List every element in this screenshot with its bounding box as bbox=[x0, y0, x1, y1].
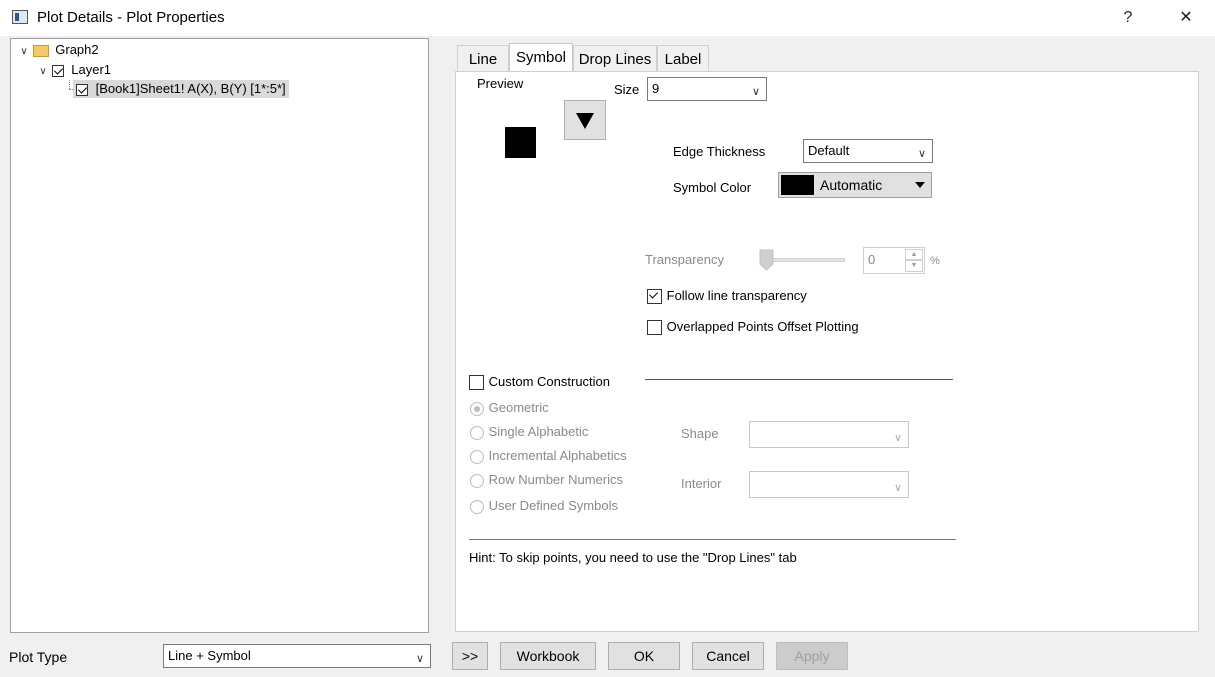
chevron-down-icon[interactable]: ∨ bbox=[19, 43, 29, 61]
radio-circle[interactable] bbox=[470, 425, 484, 440]
custom-construction-label: Custom Construction bbox=[488, 374, 611, 389]
follow-line-transparency-checkbox[interactable]: Follow line transparency bbox=[647, 288, 807, 305]
radio-circle[interactable] bbox=[470, 473, 484, 488]
chevron-down-icon[interactable]: ∨ bbox=[38, 63, 48, 81]
shape-combo[interactable]: ∨ bbox=[749, 421, 909, 448]
title-bar: Plot Details - Plot Properties ? ✕ bbox=[0, 0, 1215, 36]
shape-label: Shape bbox=[681, 426, 719, 441]
symbol-color-label: Symbol Color bbox=[673, 180, 752, 195]
tab-line[interactable]: Line bbox=[457, 45, 509, 71]
symbol-color-dropdown[interactable]: Automatic bbox=[778, 172, 932, 198]
tree-item-graph[interactable]: ∨ Graph2 bbox=[19, 41, 99, 61]
overlapped-points-label: Overlapped Points Offset Plotting bbox=[666, 319, 859, 334]
size-label: Size bbox=[614, 82, 640, 97]
window-title: Plot Details - Plot Properties bbox=[37, 9, 225, 26]
radio-label: Single Alphabetic bbox=[488, 424, 589, 439]
size-combo[interactable]: 9 ∨ bbox=[647, 77, 767, 101]
edge-thickness-value: Default bbox=[808, 143, 850, 158]
overlapped-points-checkbox[interactable]: Overlapped Points Offset Plotting bbox=[647, 319, 859, 336]
chevron-down-icon[interactable]: ∨ bbox=[894, 427, 902, 449]
edge-thickness-label: Edge Thickness bbox=[673, 144, 766, 159]
plot-type-combo[interactable]: Line + Symbol ∨ bbox=[163, 644, 431, 668]
radio-circle[interactable] bbox=[470, 449, 484, 464]
tree-item-layer[interactable]: ∨ Layer1 bbox=[38, 61, 111, 79]
hint-divider bbox=[469, 539, 956, 540]
transparency-unit: % bbox=[930, 255, 940, 267]
checkbox-box[interactable] bbox=[469, 375, 484, 391]
radio-circle[interactable] bbox=[470, 499, 484, 514]
custom-construction-checkbox[interactable]: Custom Construction bbox=[469, 374, 611, 391]
down-triangle-symbol-icon bbox=[576, 113, 594, 129]
size-value: 9 bbox=[652, 81, 660, 96]
transparency-spinbox[interactable]: 0 ▲ ▼ bbox=[863, 247, 925, 274]
plot-checkbox[interactable] bbox=[76, 83, 88, 96]
radio-label: User Defined Symbols bbox=[488, 498, 618, 513]
help-button[interactable]: ? bbox=[1105, 4, 1151, 32]
symbol-gallery-button[interactable] bbox=[564, 100, 606, 140]
radio-label: Incremental Alphabetics bbox=[488, 448, 627, 463]
close-button[interactable]: ✕ bbox=[1163, 4, 1209, 32]
dropdown-arrow-icon bbox=[915, 182, 925, 188]
radio-row-number-numerics[interactable]: Row Number Numerics bbox=[470, 472, 623, 488]
radio-label: Row Number Numerics bbox=[488, 472, 623, 487]
plot-type-label: Plot Type bbox=[9, 649, 68, 665]
expand-button[interactable]: >> bbox=[452, 642, 488, 670]
follow-line-transparency-label: Follow line transparency bbox=[666, 288, 807, 303]
radio-circle[interactable] bbox=[470, 401, 484, 416]
color-swatch bbox=[781, 175, 814, 195]
transparency-label: Transparency bbox=[645, 252, 724, 267]
interior-label: Interior bbox=[681, 476, 722, 491]
layer-checkbox[interactable] bbox=[51, 64, 64, 77]
chevron-down-icon[interactable]: ∨ bbox=[752, 81, 760, 103]
transparency-slider-thumb[interactable] bbox=[759, 249, 775, 272]
checkbox-box[interactable] bbox=[647, 320, 662, 336]
tree-item-plot-label: [Book1]Sheet1! A(X), B(Y) [1*:5*] bbox=[95, 81, 286, 96]
preview-label: Preview bbox=[477, 76, 524, 91]
interior-combo[interactable]: ∨ bbox=[749, 471, 909, 498]
radio-label: Geometric bbox=[488, 400, 549, 415]
cancel-button[interactable]: Cancel bbox=[692, 642, 764, 670]
symbol-color-value: Automatic bbox=[820, 177, 883, 193]
radio-single-alphabetic[interactable]: Single Alphabetic bbox=[470, 424, 588, 440]
folder-icon bbox=[32, 44, 49, 57]
tree-connector bbox=[69, 80, 71, 89]
tree-item-layer-label: Layer1 bbox=[71, 62, 111, 77]
spin-down-icon[interactable]: ▼ bbox=[905, 260, 923, 272]
tab-symbol[interactable]: Symbol bbox=[509, 43, 573, 71]
tree-item-plot[interactable]: [Book1]Sheet1! A(X), B(Y) [1*:5*] bbox=[73, 80, 289, 98]
transparency-slider-track[interactable] bbox=[766, 258, 845, 262]
transparency-value: 0 bbox=[868, 252, 876, 267]
spin-up-icon[interactable]: ▲ bbox=[905, 249, 923, 260]
section-divider bbox=[645, 379, 953, 380]
radio-incremental-alphabetics[interactable]: Incremental Alphabetics bbox=[470, 448, 627, 464]
chevron-down-icon[interactable]: ∨ bbox=[894, 477, 902, 499]
chevron-down-icon[interactable]: ∨ bbox=[918, 143, 926, 165]
edge-thickness-combo[interactable]: Default ∨ bbox=[803, 139, 933, 163]
ok-button[interactable]: OK bbox=[608, 642, 680, 670]
checkbox-box[interactable] bbox=[647, 289, 662, 305]
tab-label[interactable]: Label bbox=[657, 45, 709, 71]
tree-item-graph-label: Graph2 bbox=[55, 42, 99, 57]
workbook-button[interactable]: Workbook bbox=[500, 642, 596, 670]
plot-type-value: Line + Symbol bbox=[168, 648, 251, 663]
apply-button[interactable]: Apply bbox=[776, 642, 848, 670]
radio-user-defined-symbols[interactable]: User Defined Symbols bbox=[470, 498, 618, 514]
app-icon bbox=[12, 10, 28, 24]
radio-geometric[interactable]: Geometric bbox=[470, 400, 549, 416]
hint-text: Hint: To skip points, you need to use th… bbox=[469, 550, 797, 565]
plot-tree[interactable]: ∨ Graph2 ∨ Layer1 [Book1]Sheet1! A(X), B… bbox=[10, 38, 429, 633]
symbol-preview bbox=[505, 127, 536, 158]
tab-drop-lines[interactable]: Drop Lines bbox=[573, 45, 657, 71]
chevron-down-icon[interactable]: ∨ bbox=[416, 648, 424, 670]
